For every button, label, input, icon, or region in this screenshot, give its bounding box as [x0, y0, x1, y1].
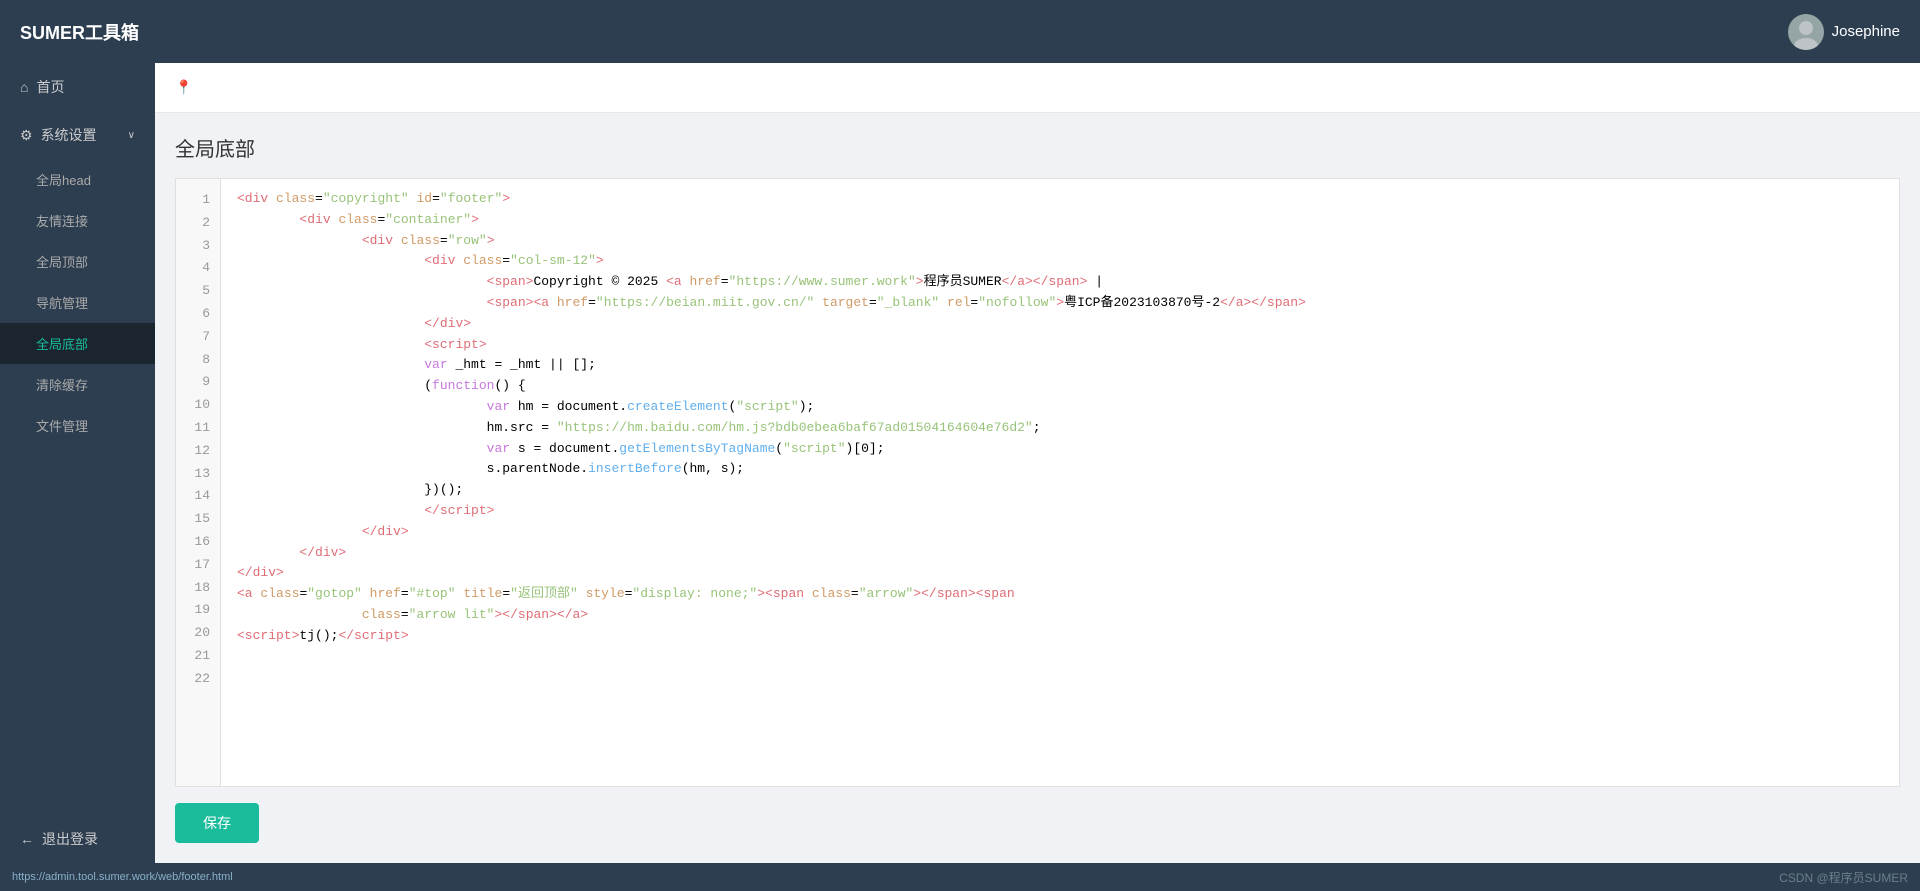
- sidebar-item-nav-manage[interactable]: 导航管理: [0, 282, 155, 323]
- code-line: s.parentNode.insertBefore(hm, s);: [237, 459, 1883, 480]
- line-number: 16: [176, 531, 220, 554]
- line-number: 12: [176, 440, 220, 463]
- sidebar-item-label: 系统设置: [41, 125, 97, 145]
- location-icon: 📍: [175, 79, 192, 96]
- line-numbers: 12345678910111213141516171819202122: [176, 179, 221, 786]
- line-number: 13: [176, 463, 220, 486]
- code-line: <span><a href="https://beian.miit.gov.cn…: [237, 293, 1883, 314]
- status-url: https://admin.tool.sumer.work/web/footer…: [12, 871, 233, 883]
- content-header: 📍: [155, 63, 1920, 113]
- content-area: 📍 全局底部 123456789101112131415161718192021…: [155, 63, 1920, 863]
- code-line: <div class="col-sm-12">: [237, 251, 1883, 272]
- status-bar: https://admin.tool.sumer.work/web/footer…: [0, 863, 1920, 891]
- footer-actions: 保存: [175, 787, 1900, 843]
- code-line: hm.src = "https://hm.baidu.com/hm.js?bdb…: [237, 418, 1883, 439]
- code-line: <span>Copyright © 2025 <a href="https://…: [237, 272, 1883, 293]
- sidebar-item-global-top[interactable]: 全局顶部: [0, 241, 155, 282]
- code-line: <a class="gotop" href="#top" title="返回顶部…: [237, 584, 1883, 605]
- app-header: SUMER工具箱 Josephine: [0, 0, 1920, 63]
- line-number: 11: [176, 417, 220, 440]
- line-number: 3: [176, 235, 220, 258]
- content-body: 全局底部 12345678910111213141516171819202122…: [155, 113, 1920, 863]
- line-number: 15: [176, 508, 220, 531]
- line-number: 21: [176, 645, 220, 668]
- code-line: </div>: [237, 314, 1883, 335]
- line-number: 7: [176, 326, 220, 349]
- line-number: 4: [176, 257, 220, 280]
- line-number: 8: [176, 349, 220, 372]
- logout-label: 退出登录: [42, 829, 98, 849]
- code-line: <script>: [237, 335, 1883, 356]
- line-number: 14: [176, 485, 220, 508]
- main-layout: ⌂ 首页 ⚙ 系统设置 ∨ 全局head 友情连接 全局顶部 导航管理 全局底部…: [0, 63, 1920, 863]
- avatar: [1788, 14, 1824, 50]
- line-number: 20: [176, 622, 220, 645]
- code-line: var _hmt = _hmt || [];: [237, 355, 1883, 376]
- code-line: </script>: [237, 501, 1883, 522]
- sidebar-item-label: 首页: [36, 77, 64, 97]
- code-line: </div>: [237, 522, 1883, 543]
- line-number: 22: [176, 668, 220, 691]
- gear-icon: ⚙: [20, 127, 33, 144]
- sidebar-item-global-head[interactable]: 全局head: [0, 159, 155, 200]
- line-number: 19: [176, 599, 220, 622]
- code-line: <div class="row">: [237, 231, 1883, 252]
- sidebar-sub-label: 全局head: [36, 173, 91, 188]
- sidebar-item-file-manage[interactable]: 文件管理: [0, 405, 155, 446]
- save-button[interactable]: 保存: [175, 803, 259, 843]
- code-line: </div>: [237, 563, 1883, 584]
- sidebar-item-friendlinks[interactable]: 友情连接: [0, 200, 155, 241]
- sidebar-item-home[interactable]: ⌂ 首页: [0, 63, 155, 111]
- line-number: 18: [176, 577, 220, 600]
- sidebar: ⌂ 首页 ⚙ 系统设置 ∨ 全局head 友情连接 全局顶部 导航管理 全局底部…: [0, 63, 155, 863]
- sidebar-item-clear-cache[interactable]: 清除缓存: [0, 364, 155, 405]
- code-line: })();: [237, 480, 1883, 501]
- sidebar-sub-label: 文件管理: [36, 419, 88, 434]
- app-logo: SUMER工具箱: [20, 19, 139, 45]
- code-line: class="arrow lit"></span></a>: [237, 605, 1883, 626]
- sidebar-item-global-footer[interactable]: 全局底部: [0, 323, 155, 364]
- code-line: </div>: [237, 543, 1883, 564]
- page-title: 全局底部: [175, 133, 1900, 162]
- code-line: <div class="copyright" id="footer">: [237, 189, 1883, 210]
- line-number: 10: [176, 394, 220, 417]
- line-number: 9: [176, 371, 220, 394]
- line-number: 5: [176, 280, 220, 303]
- code-line: var hm = document.createElement("script"…: [237, 397, 1883, 418]
- code-line: (function() {: [237, 376, 1883, 397]
- line-number: 17: [176, 554, 220, 577]
- sidebar-sub-label: 友情连接: [36, 214, 88, 229]
- logout-icon: ←: [20, 831, 34, 847]
- sidebar-sub-label: 清除缓存: [36, 378, 88, 393]
- logout-button[interactable]: ← 退出登录: [0, 815, 155, 863]
- code-line: <div class="container">: [237, 210, 1883, 231]
- line-number: 2: [176, 212, 220, 235]
- user-info: Josephine: [1788, 14, 1900, 50]
- sidebar-sub-label: 导航管理: [36, 296, 88, 311]
- code-line: var s = document.getElementsByTagName("s…: [237, 439, 1883, 460]
- code-editor[interactable]: 12345678910111213141516171819202122 <div…: [175, 178, 1900, 787]
- chevron-down-icon: ∨: [128, 130, 135, 141]
- home-icon: ⌂: [20, 79, 28, 95]
- line-number: 6: [176, 303, 220, 326]
- status-brand: CSDN @程序员SUMER: [1779, 869, 1908, 886]
- line-number: 1: [176, 189, 220, 212]
- code-line: <script>tj();</script>: [237, 626, 1883, 647]
- username-label: Josephine: [1832, 23, 1900, 40]
- sidebar-item-settings[interactable]: ⚙ 系统设置 ∨: [0, 111, 155, 159]
- sidebar-sub-label: 全局顶部: [36, 255, 88, 270]
- code-content[interactable]: <div class="copyright" id="footer"> <div…: [221, 179, 1899, 786]
- sidebar-sub-label: 全局底部: [36, 337, 88, 352]
